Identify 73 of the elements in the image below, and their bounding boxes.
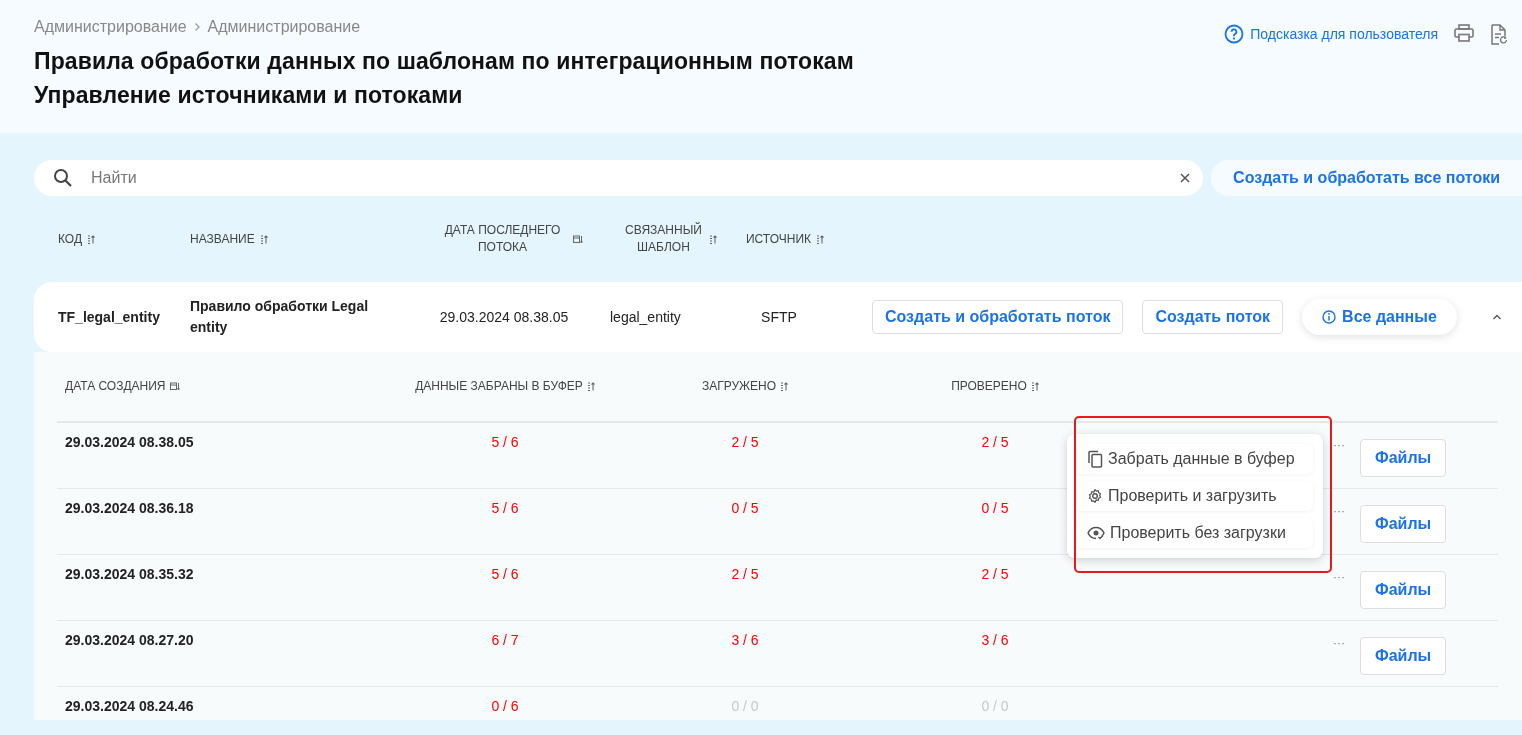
sort-icon <box>708 234 717 244</box>
clear-icon[interactable] <box>1180 173 1191 183</box>
table-cell: 6 / 7 <box>491 632 519 648</box>
search-icon <box>53 168 73 188</box>
table-cell: 0 / 5 <box>981 500 1009 516</box>
table-cell-text: TF_legal_entity <box>58 307 161 327</box>
action-button[interactable]: Создать поток <box>1142 300 1284 334</box>
action-button[interactable]: Создать и обработать поток <box>872 300 1124 334</box>
table-cell: 2 / 5 <box>731 566 759 582</box>
sort-icon <box>586 382 595 391</box>
table-cell-text: 29.03.2024 08.38.05 <box>64 433 195 452</box>
breadcrumb-link[interactable]: Администрирование <box>207 18 361 36</box>
table-cell: 5 / 6 <box>491 434 519 450</box>
more-button[interactable]: ··· <box>1333 637 1345 649</box>
menu-item[interactable]: Проверить и загрузить <box>1075 481 1313 511</box>
table-cell: 5 / 6 <box>491 566 519 582</box>
page-title: Управление источниками и потоками <box>34 81 464 110</box>
column-header[interactable]: КОД <box>58 230 83 248</box>
table-cell: 3 / 6 <box>981 632 1009 648</box>
breadcrumb-link[interactable]: Администрирование <box>34 18 187 36</box>
files-button[interactable]: Файлы <box>1360 637 1447 675</box>
table-cell-text: legal_entity <box>610 307 682 327</box>
sort-icon <box>816 234 824 244</box>
all-data-button[interactable]: Все данные <box>1302 299 1457 335</box>
column-header[interactable]: ДАТА ПОСЛЕДНЕГО ПОТОКА <box>437 222 568 256</box>
table-cell: 2 / 5 <box>981 434 1009 450</box>
table-cell: 0 / 5 <box>731 500 759 516</box>
table-cell-text: SFTP <box>760 307 798 327</box>
table-cell: 2 / 5 <box>981 566 1009 582</box>
help-icon <box>1224 24 1245 44</box>
column-header[interactable]: ПРОВЕРЕНО <box>951 378 1027 395</box>
eye-check-icon <box>1087 526 1105 540</box>
gear-icon <box>1087 488 1103 504</box>
search-field[interactable]: Найти <box>34 160 1204 196</box>
page-title: Правила обработки данных по шаблонам по интеграционным потокам <box>34 47 854 76</box>
chevron-right-icon <box>193 22 201 32</box>
copy-icon <box>1087 450 1103 468</box>
calendar-sort-icon <box>169 382 180 391</box>
table-cell-text: 29.03.2024 08.27.20 <box>64 631 195 650</box>
table-cell: 0 / 6 <box>491 698 519 714</box>
print-icon[interactable] <box>1454 24 1474 42</box>
calendar-sort-icon <box>572 234 583 244</box>
table-cell-text: 29.03.2024 08.35.32 <box>64 565 195 584</box>
column-header[interactable]: ДАТА СОЗДАНИЯ <box>65 378 166 395</box>
files-button[interactable]: Файлы <box>1360 505 1447 543</box>
sort-icon <box>1030 382 1039 391</box>
table-cell-text: 29.03.2024 08.24.46 <box>64 697 195 716</box>
menu-item[interactable]: Забрать данные в буфер <box>1075 444 1313 474</box>
collapse-caret-icon[interactable] <box>1491 314 1502 320</box>
column-header[interactable]: ЗАГРУЖЕНО <box>701 378 777 395</box>
table-cell: 2 / 5 <box>731 434 759 450</box>
files-button[interactable]: Файлы <box>1360 571 1447 609</box>
more-button[interactable]: ··· <box>1333 505 1345 517</box>
column-header[interactable]: СВЯЗАННЫЙ ШАБЛОН <box>623 222 704 256</box>
table-cell: 5 / 6 <box>491 500 519 516</box>
more-button[interactable]: ··· <box>1333 571 1345 583</box>
column-header[interactable]: НАЗВАНИЕ <box>190 230 255 248</box>
table-cell-text: 29.03.2024 08.36.18 <box>64 499 195 518</box>
sort-icon <box>259 234 268 244</box>
table-cell-text: Правило обработки Legal entity <box>190 297 370 337</box>
menu-item[interactable]: Проверить без загрузки <box>1075 518 1313 548</box>
column-header[interactable]: ДАННЫЕ ЗАБРАНЫ В БУФЕР <box>415 378 583 395</box>
column-header[interactable]: ИСТОЧНИК <box>745 230 811 248</box>
files-button[interactable]: Файлы <box>1360 439 1447 477</box>
help-link[interactable]: Подсказка для пользователя <box>1224 24 1438 44</box>
sort-icon <box>87 234 96 244</box>
table-cell-text: 29.03.2024 08.38.05 <box>438 307 570 327</box>
create-all-button[interactable]: Создать и обработать все потоки <box>1211 160 1522 196</box>
info-icon <box>1322 310 1337 324</box>
more-button[interactable]: ··· <box>1333 439 1345 451</box>
document-refresh-icon[interactable] <box>1490 24 1508 46</box>
sort-icon <box>780 382 789 391</box>
table-cell: 3 / 6 <box>731 632 759 648</box>
